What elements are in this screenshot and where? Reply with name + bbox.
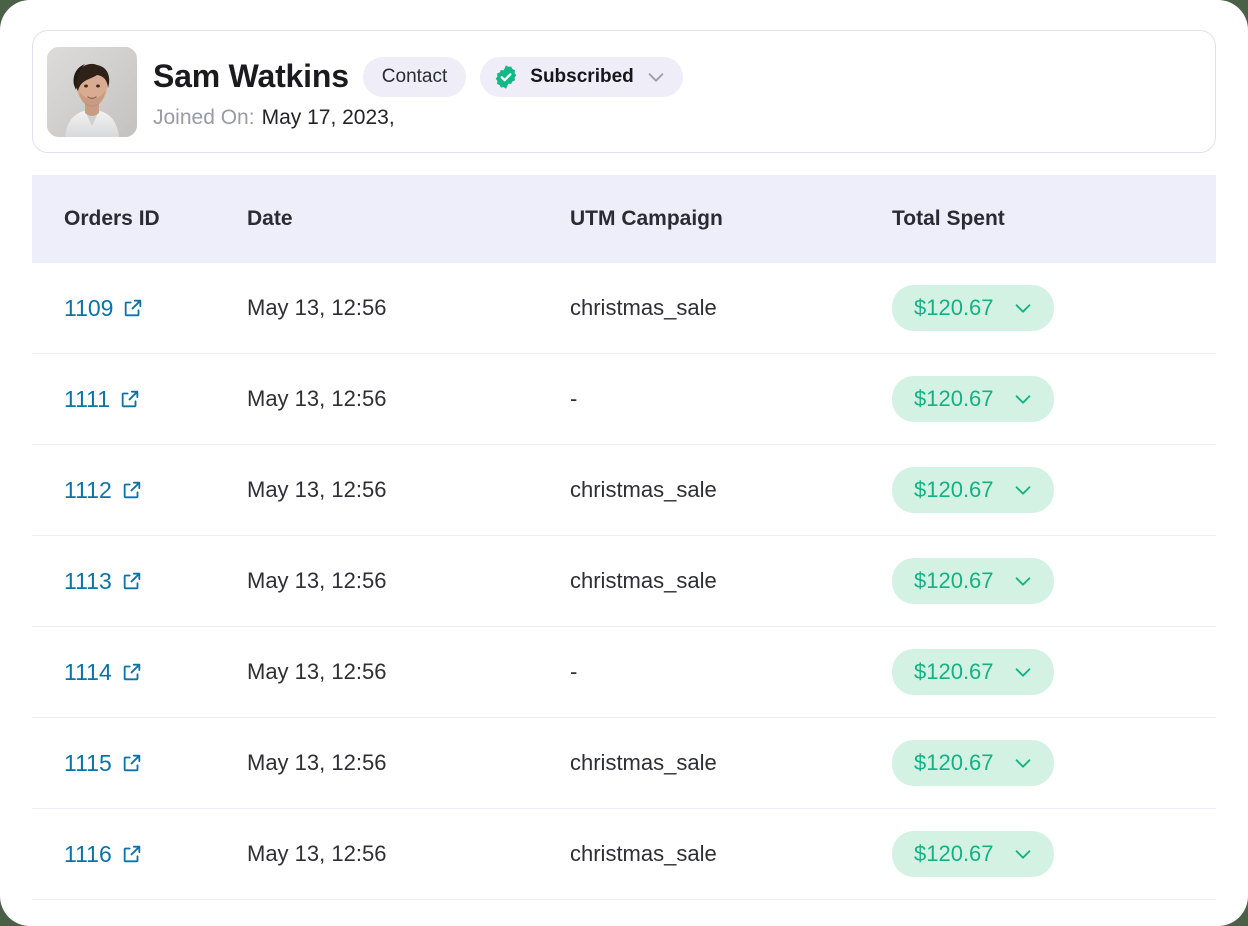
order-id-label: 1109 [64,294,114,321]
order-date: May 13, 12:56 [247,386,387,411]
external-link-icon[interactable] [121,570,143,592]
joined-on-value: May 17, 2023, [261,105,395,129]
order-id-link[interactable]: 1111 [64,386,141,413]
total-spent-value: $120.67 [914,659,994,684]
total-spent-value: $120.67 [914,477,994,502]
order-date: May 13, 12:56 [247,750,387,775]
external-link-icon[interactable] [122,297,144,319]
order-id-label: 1111 [64,385,111,412]
table-row: 1116 May 13, 12:56 christmas_sale $120.6… [32,809,1216,900]
order-id-link[interactable]: 1109 [64,295,144,322]
order-id-link[interactable]: 1113 [64,568,143,595]
total-spent-pill[interactable]: $120.67 [892,285,1054,331]
avatar [47,46,137,137]
order-id-label: 1114 [64,658,112,685]
chevron-down-icon[interactable] [1012,570,1034,592]
table-row: 1114 May 13, 12:56 - $120.67 [32,627,1216,718]
table-row: 1111 May 13, 12:56 - $120.67 [32,354,1216,445]
order-date: May 13, 12:56 [247,477,387,502]
chevron-down-icon[interactable] [1012,479,1034,501]
total-spent-pill[interactable]: $120.67 [892,558,1054,604]
joined-on-label: Joined On: [153,105,255,129]
chevron-down-icon[interactable] [1012,752,1034,774]
order-date: May 13, 12:56 [247,568,387,593]
orders-table: Orders ID Date UTM Campaign Total Spent … [32,175,1216,926]
table-body: 1109 May 13, 12:56 christmas_sale $120.6… [32,263,1216,900]
page-card: Sam Watkins Contact Subscribed Joined On… [0,0,1248,926]
order-utm-campaign: christmas_sale [570,841,717,866]
table-row: 1115 May 13, 12:56 christmas_sale $120.6… [32,718,1216,809]
total-spent-pill[interactable]: $120.67 [892,649,1054,695]
page-title: Sam Watkins [153,58,349,94]
order-utm-campaign: christmas_sale [570,568,717,593]
total-spent-value: $120.67 [914,386,994,411]
subscription-status-dropdown[interactable]: Subscribed [480,56,683,97]
order-utm-campaign: - [570,386,578,411]
order-id-link[interactable]: 1115 [64,750,143,777]
order-id-label: 1115 [64,749,112,776]
order-date: May 13, 12:56 [247,659,387,684]
chevron-down-icon[interactable] [1012,843,1034,865]
total-spent-pill[interactable]: $120.67 [892,831,1054,877]
order-id-label: 1113 [64,567,112,594]
chevron-down-icon[interactable] [1012,297,1034,319]
order-id-link[interactable]: 1112 [64,477,143,504]
order-utm-campaign: christmas_sale [570,750,717,775]
total-spent-value: $120.67 [914,750,994,775]
profile-text-block: Sam Watkins Contact Subscribed Joined On… [153,54,683,130]
external-link-icon[interactable] [121,661,143,683]
total-spent-pill[interactable]: $120.67 [892,740,1054,786]
order-id-label: 1116 [64,840,112,867]
total-spent-value: $120.67 [914,568,994,593]
column-header-date: Date [247,207,293,230]
chevron-down-icon [645,66,667,88]
order-utm-campaign: christmas_sale [570,295,717,320]
table-row: 1109 May 13, 12:56 christmas_sale $120.6… [32,263,1216,354]
joined-on-row: Joined On: May 17, 2023, [153,106,683,130]
order-id-link[interactable]: 1116 [64,841,143,868]
order-id-link[interactable]: 1114 [64,659,143,686]
order-date: May 13, 12:56 [247,841,387,866]
external-link-icon[interactable] [121,843,143,865]
external-link-icon[interactable] [119,388,141,410]
external-link-icon[interactable] [121,479,143,501]
external-link-icon[interactable] [121,752,143,774]
total-spent-value: $120.67 [914,295,994,320]
customer-profile-card: Sam Watkins Contact Subscribed Joined On… [32,30,1216,153]
column-header-total-spent: Total Spent [892,207,1005,230]
total-spent-pill[interactable]: $120.67 [892,376,1054,422]
chevron-down-icon[interactable] [1012,388,1034,410]
total-spent-value: $120.67 [914,841,994,866]
subscription-status-label: Subscribed [530,65,634,87]
chevron-down-icon[interactable] [1012,661,1034,683]
name-row: Sam Watkins Contact Subscribed [153,54,683,100]
order-date: May 13, 12:56 [247,295,387,320]
contact-badge[interactable]: Contact [362,56,467,97]
table-row: 1112 May 13, 12:56 christmas_sale $120.6… [32,445,1216,536]
column-header-orders-id: Orders ID [64,207,160,230]
table-bottom-spacer [32,900,1216,926]
order-utm-campaign: christmas_sale [570,477,717,502]
total-spent-pill[interactable]: $120.67 [892,467,1054,513]
order-utm-campaign: - [570,659,578,684]
table-header-row: Orders ID Date UTM Campaign Total Spent [32,175,1216,263]
table-row: 1113 May 13, 12:56 christmas_sale $120.6… [32,536,1216,627]
verified-check-icon [493,64,519,90]
order-id-label: 1112 [64,476,112,503]
column-header-utm-campaign: UTM Campaign [570,207,723,230]
